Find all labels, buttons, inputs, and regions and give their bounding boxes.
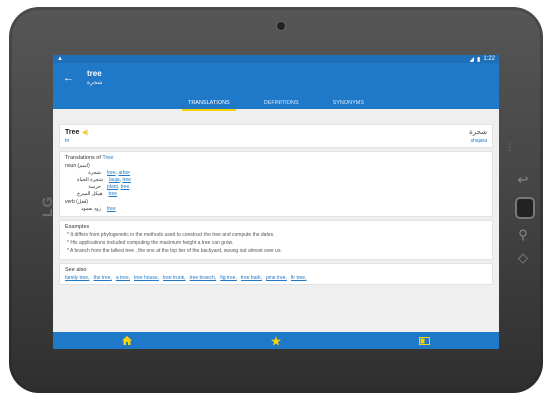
tab-definitions[interactable]: DEFINITIONS xyxy=(258,96,305,109)
see-also-link[interactable]: a tree, xyxy=(116,275,130,281)
noun-translation-row: هيكل السرج tree xyxy=(77,191,487,197)
appbar-translation: شجرة xyxy=(87,80,103,86)
battery-icon: ▮ xyxy=(477,56,481,63)
see-also-link[interactable]: the tree, xyxy=(93,275,111,281)
see-also-card: See also family tree, the tree, a tree, tre… xyxy=(59,263,493,285)
verb-translations: زود بعمود tree xyxy=(65,206,487,212)
status-time: 1:22 xyxy=(483,56,495,62)
noun-translation-row: خرسة plant, tree xyxy=(77,184,487,190)
see-also-link[interactable]: tree bark, xyxy=(241,275,262,281)
noun-translation-link[interactable]: tree xyxy=(107,170,116,176)
see-also-link[interactable]: fir tree, xyxy=(291,275,307,281)
verb-translation-arabic: زود بعمود xyxy=(81,206,101,212)
arrow-left-icon[interactable]: ← xyxy=(63,72,81,84)
appbar-word: tree xyxy=(87,69,102,78)
hardware-home-button[interactable] xyxy=(515,197,535,219)
notification-icon: ▲ xyxy=(57,56,63,62)
noun-translation-link[interactable]: arbor xyxy=(118,170,130,176)
translations-card: Translations of Tree noun (اسم) شجرة tree… xyxy=(59,151,493,217)
flashcards-icon[interactable] xyxy=(418,336,432,346)
noun-translation-link[interactable]: lauja xyxy=(109,177,120,183)
headword-card: Tree ◀) شجرة tri shajara xyxy=(59,124,493,148)
headword-arabic: شجرة xyxy=(469,129,487,136)
noun-label: noun (اسم) xyxy=(65,163,90,169)
example-item: * His applications included computing th… xyxy=(67,240,234,246)
translations-title-prefix: Translations of xyxy=(65,155,101,161)
camera-icon xyxy=(276,21,286,31)
translations-title: Translations of Tree xyxy=(65,155,487,161)
app-screen: ▲ ◢ ▮ 1:22 ← tree شجرة TRANSLATIONS DEFI… xyxy=(53,55,499,349)
transliteration: shajara xyxy=(470,138,487,144)
tab-bar: TRANSLATIONS DEFINITIONS SYNONYMS xyxy=(53,93,499,111)
noun-translation-link[interactable]: tree xyxy=(122,177,131,183)
example-item: * A branch from the tallest tree , the o… xyxy=(67,248,282,254)
hardware-label: ◦◦◦ xyxy=(505,142,515,152)
home-icon[interactable] xyxy=(120,336,134,346)
verb-translation-row: زود بعمود tree xyxy=(77,206,487,212)
phonetic: tri xyxy=(65,138,70,144)
noun-translation-link[interactable]: tree xyxy=(121,184,130,190)
noun-translation-arabic: هيكل السرج xyxy=(77,191,103,197)
noun-translations: شجرة tree, arbor شجرة الحياة lauja, tree خرس… xyxy=(65,170,487,197)
noun-translation-link[interactable]: plant xyxy=(107,184,118,190)
see-also-link[interactable]: tree house, xyxy=(134,275,159,281)
tab-translations[interactable]: TRANSLATIONS xyxy=(181,96,236,111)
noun-translation-link[interactable]: tree xyxy=(108,191,117,197)
see-also-list: family tree, the tree, a tree, tree house, t… xyxy=(65,275,487,281)
headword: Tree xyxy=(65,128,80,136)
see-also-link[interactable]: fig tree, xyxy=(220,275,237,281)
see-also-link[interactable]: tree branch, xyxy=(190,275,217,281)
noun-translation-arabic: خرسة xyxy=(88,184,101,190)
example-item: * It differs from phylogenetic in the me… xyxy=(67,232,275,238)
app-bar: ← tree شجرة xyxy=(53,63,499,93)
content-area: Tree ◀) شجرة tri shajara Translations of… xyxy=(53,120,499,332)
noun-translation-arabic: شجرة الحياة xyxy=(77,177,103,183)
examples-card: Examples * It differs from phylogenetic … xyxy=(59,220,493,260)
examples-list: * It differs from phylogenetic in the me… xyxy=(65,232,487,254)
see-also-link[interactable]: pine tree, xyxy=(266,275,287,281)
verb-label: verb (فعل) xyxy=(65,199,89,205)
hardware-search-icon[interactable]: ⚲ xyxy=(514,227,532,243)
hardware-menu-icon[interactable]: ◇ xyxy=(514,250,532,266)
star-icon[interactable] xyxy=(269,335,283,346)
see-also-link[interactable]: tree trunk, xyxy=(163,275,186,281)
bottom-nav xyxy=(53,332,499,349)
noun-translation-row: شجرة tree, arbor xyxy=(77,170,487,176)
see-also-link[interactable]: family tree, xyxy=(65,275,89,281)
verb-translation-link[interactable]: tree xyxy=(107,206,116,212)
translations-title-word: Tree xyxy=(102,155,114,161)
appbar-title: tree شجرة xyxy=(87,69,103,87)
tab-synonyms[interactable]: SYNONYMS xyxy=(327,96,370,109)
status-bar: ▲ ◢ ▮ 1:22 xyxy=(53,55,499,63)
noun-translation-row: شجرة الحياة lauja, tree xyxy=(77,177,131,183)
noun-translation-arabic: شجرة xyxy=(88,170,101,176)
see-also-title: See also xyxy=(65,267,87,273)
hardware-back-icon[interactable]: ↩ xyxy=(514,172,532,188)
examples-title: Examples xyxy=(65,224,90,230)
signal-icon: ◢ xyxy=(469,56,474,63)
speaker-icon[interactable]: ◀) xyxy=(82,130,89,136)
